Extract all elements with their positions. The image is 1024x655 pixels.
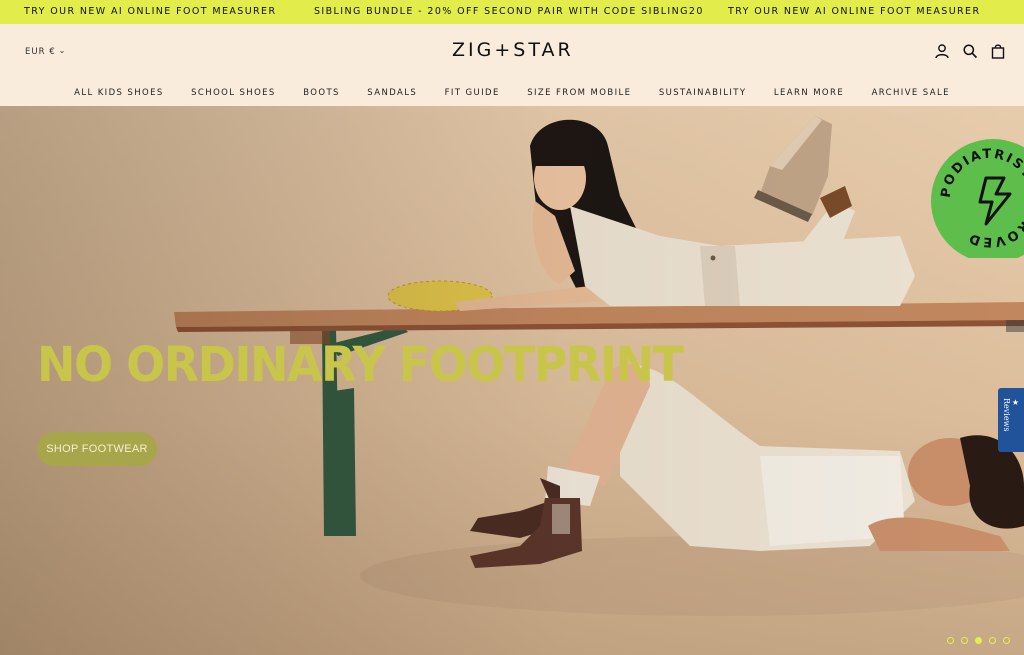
slide-dot-2[interactable] — [961, 637, 968, 644]
nav-size-from-mobile[interactable]: SIZE FROM MOBILE — [527, 88, 631, 98]
slide-dot-5[interactable] — [1003, 637, 1010, 644]
main-nav: ALL KIDS SHOES SCHOOL SHOES BOOTS SANDAL… — [0, 82, 1024, 100]
nav-sandals[interactable]: SANDALS — [367, 88, 417, 98]
shop-footwear-button[interactable]: SHOP FOOTWEAR — [37, 432, 157, 466]
reviews-tab-label: Reviews — [1002, 398, 1011, 432]
chevron-down-icon: ⌄ — [58, 46, 67, 55]
nav-all-kids-shoes[interactable]: ALL KIDS SHOES — [74, 88, 164, 98]
slide-dot-3[interactable] — [975, 637, 982, 644]
site-logo[interactable]: ZIG+STAR — [452, 39, 574, 61]
nav-archive-sale[interactable]: ARCHIVE SALE — [872, 88, 950, 98]
nav-boots[interactable]: BOOTS — [303, 88, 340, 98]
bag-icon[interactable] — [990, 43, 1006, 59]
account-icon[interactable] — [934, 43, 950, 59]
nav-learn-more[interactable]: LEARN MORE — [774, 88, 844, 98]
nav-sustainability[interactable]: SUSTAINABILITY — [659, 88, 747, 98]
search-icon[interactable] — [962, 43, 978, 59]
nav-school-shoes[interactable]: SCHOOL SHOES — [191, 88, 276, 98]
slide-dot-4[interactable] — [989, 637, 996, 644]
reviews-tab-content: ★ Reviews — [1002, 398, 1020, 432]
hero-banner: NO ORDINARY FOOTPRINT SHOP FOOTWEAR PODI… — [0, 106, 1024, 655]
hero-headline: NO ORDINARY FOOTPRINT — [37, 336, 684, 393]
header-actions — [934, 43, 1006, 59]
star-icon: ★ — [1011, 398, 1020, 407]
podiatrist-approved-badge[interactable]: PODIATRIST APPROVED — [930, 138, 1024, 258]
announcement-bar: TRY OUR NEW AI ONLINE FOOT MEASURER SIBL… — [0, 0, 1024, 24]
reviews-side-tab[interactable]: ★ Reviews — [998, 388, 1024, 452]
slide-pagination — [947, 637, 1010, 644]
announcement-sibling-bundle[interactable]: SIBLING BUNDLE - 20% OFF SECOND PAIR WIT… — [314, 6, 704, 17]
site-header: EUR € ⌄ ZIG+STAR ALL KIDS SHOES SCHOOL SH… — [0, 24, 1024, 106]
nav-fit-guide[interactable]: FIT GUIDE — [445, 88, 500, 98]
announcement-foot-measurer-repeat[interactable]: TRY OUR NEW AI ONLINE FOOT MEASURER — [728, 6, 980, 17]
currency-selector[interactable]: EUR € ⌄ — [25, 46, 67, 57]
currency-label: EUR € — [25, 47, 56, 57]
announcement-foot-measurer[interactable]: TRY OUR NEW AI ONLINE FOOT MEASURER — [24, 6, 276, 17]
slide-dot-1[interactable] — [947, 637, 954, 644]
